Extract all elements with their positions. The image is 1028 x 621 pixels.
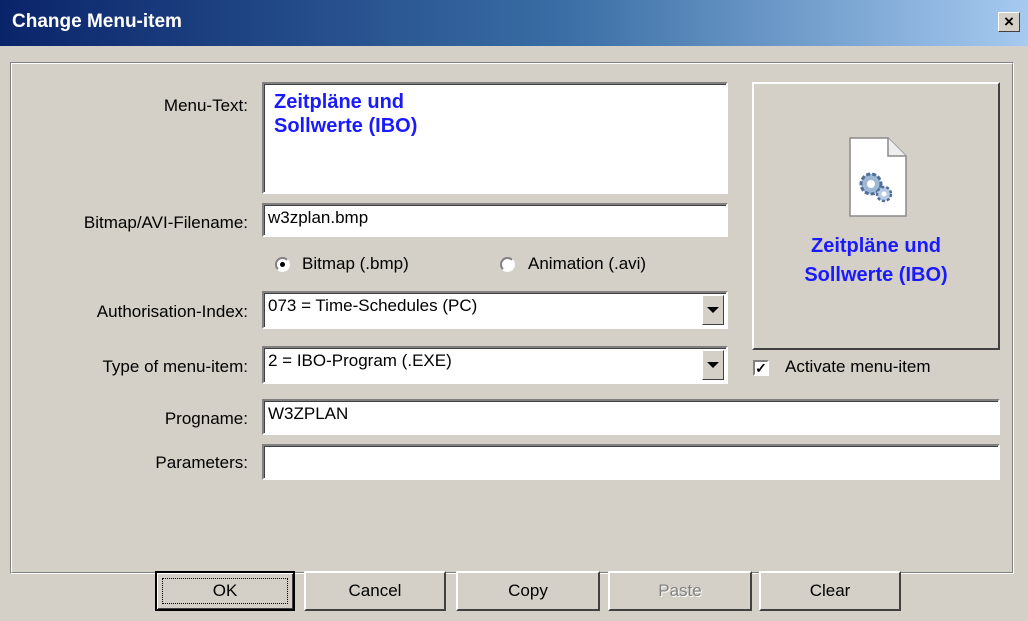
clear-button[interactable]: Clear xyxy=(759,571,901,611)
bitmap-filename-input[interactable]: w3zplan.bmp xyxy=(262,203,728,237)
authorisation-dropdown-button[interactable] xyxy=(702,295,724,325)
radio-bitmap-dot xyxy=(280,262,285,267)
radio-bitmap[interactable] xyxy=(275,257,290,272)
progname-label: Progname: xyxy=(164,409,248,428)
type-dropdown-button[interactable] xyxy=(702,350,724,380)
chevron-down-icon xyxy=(707,362,719,368)
copy-button[interactable]: Copy xyxy=(456,571,600,611)
cancel-button[interactable]: Cancel xyxy=(304,571,446,611)
menu-text-label: Menu-Text: xyxy=(163,96,248,115)
authorisation-index-value: 073 = Time-Schedules (PC) xyxy=(268,296,478,315)
focus-rectangle xyxy=(162,578,288,604)
ok-button[interactable]: OK xyxy=(155,571,295,611)
settings-document-icon xyxy=(849,137,907,217)
radio-bitmap-label[interactable]: Bitmap (.bmp) xyxy=(302,254,409,274)
menu-text-input[interactable]: Zeitpläne und Sollwerte (IBO) xyxy=(262,82,728,194)
preview-text: Zeitpläne und Sollwerte (IBO) xyxy=(804,235,948,286)
activate-menu-item-checkbox[interactable]: ✓ xyxy=(753,360,769,376)
type-of-menu-item-label: Type of menu-item: xyxy=(102,357,248,376)
activate-menu-item-label[interactable]: Activate menu-item xyxy=(785,357,931,377)
chevron-down-icon xyxy=(707,307,719,313)
parameters-label: Parameters: xyxy=(155,453,248,472)
authorisation-index-label: Authorisation-Index: xyxy=(96,302,248,321)
radio-animation[interactable] xyxy=(500,257,515,272)
authorisation-index-select[interactable]: 073 = Time-Schedules (PC) xyxy=(262,291,728,329)
menu-item-preview[interactable]: Zeitpläne und Sollwerte (IBO) xyxy=(752,82,1000,350)
progname-input[interactable]: W3ZPLAN xyxy=(262,399,1000,435)
title-bar: Change Menu-item × xyxy=(0,0,1028,46)
bitmap-filename-label: Bitmap/AVI-Filename: xyxy=(83,213,248,232)
window-title: Change Menu-item xyxy=(12,11,182,32)
type-of-menu-item-value: 2 = IBO-Program (.EXE) xyxy=(268,351,452,370)
parameters-input[interactable] xyxy=(262,444,1000,480)
radio-animation-label[interactable]: Animation (.avi) xyxy=(528,254,646,274)
paste-button: Paste xyxy=(608,571,752,611)
type-of-menu-item-select[interactable]: 2 = IBO-Program (.EXE) xyxy=(262,346,728,384)
close-button[interactable]: × xyxy=(998,12,1020,32)
